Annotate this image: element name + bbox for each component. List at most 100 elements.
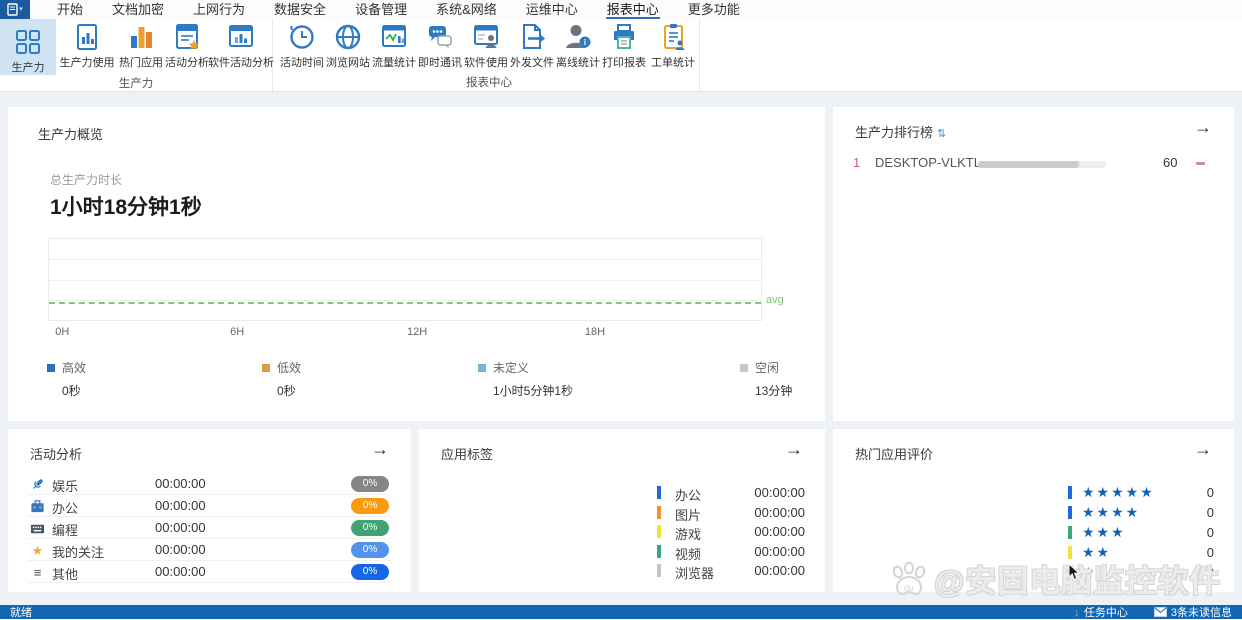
tab-ops-center[interactable]: 运维中心	[525, 0, 579, 19]
chevron-down-icon: ▾	[19, 6, 23, 13]
panel-title: 生产力排行榜 ⇅	[855, 122, 946, 141]
unread-messages-button[interactable]: 3条未读信息	[1153, 604, 1232, 620]
tab-report-center[interactable]: 报表中心	[605, 0, 660, 19]
legend-value: 1小时5分钟1秒	[493, 384, 574, 398]
ribbon-print-report-button[interactable]: 打印报表	[601, 19, 647, 74]
tab-system-network[interactable]: 系统&网络	[435, 0, 498, 19]
ribbon-work-order-button[interactable]: 工单统计	[647, 19, 699, 74]
tag-time: 00:00:00	[754, 563, 805, 578]
legend-label: 高效	[62, 361, 87, 375]
window-bars-icon	[229, 25, 253, 47]
app-icon	[7, 3, 18, 16]
gridline	[49, 279, 761, 281]
rank-unchanged-icon	[1196, 162, 1205, 165]
stars: ★★★	[1082, 524, 1126, 540]
app-tags-legend: 办公 00:00:00 图片 00:00:00 游戏 00:00:00 视频 0…	[419, 483, 825, 581]
doc-arrow-icon	[523, 24, 545, 49]
legend-item-efficient: 高效 0秒	[47, 359, 86, 399]
tag-row[interactable]: 游戏 00:00:00	[419, 522, 825, 542]
ribbon-item-label: 打印报表	[602, 57, 646, 69]
menu-lines-icon: ≡	[33, 565, 42, 580]
ribbon-item-label: 软件使用	[464, 57, 508, 69]
ribbon-productivity-button[interactable]: 生产力	[0, 19, 56, 75]
tag-row[interactable]: 浏览器 00:00:00	[419, 561, 825, 581]
productivity-grid-icon	[16, 30, 40, 54]
stars: ★	[1082, 564, 1097, 580]
arrow-right-icon[interactable]: →	[371, 439, 389, 460]
activity-row[interactable]: 办公 00:00:00 0%	[28, 495, 391, 517]
activity-time: 00:00:00	[155, 520, 206, 535]
tag-time: 00:00:00	[754, 485, 805, 500]
tag-row[interactable]: 办公 00:00:00	[419, 483, 825, 503]
tag-row[interactable]: 视频 00:00:00	[419, 542, 825, 562]
ribbon-im-button[interactable]: 即时通讯	[417, 19, 463, 74]
ribbon-activity-analysis-button[interactable]: 活动分析	[164, 19, 210, 75]
task-center-button[interactable]: ↓ 任务中心	[1074, 604, 1128, 620]
ribbon-hot-apps-button[interactable]: 热门应用	[118, 19, 164, 75]
svg-text:i: i	[584, 38, 586, 47]
status-bar: 就绪 ↓ 任务中心 3条未读信息	[0, 605, 1242, 619]
rating-count: 0	[1206, 545, 1214, 560]
microphone-icon	[30, 477, 45, 492]
tab-web-behavior[interactable]: 上网行为	[192, 0, 246, 19]
activity-time: 00:00:00	[155, 542, 206, 557]
activity-row[interactable]: 编程 00:00:00 0%	[28, 517, 391, 539]
avg-line	[49, 302, 761, 305]
rating-row[interactable]: ★★★ 0	[833, 523, 1234, 543]
legend-value: 13分钟	[755, 384, 793, 398]
main-content: 生产力概览 总生产力时长 1小时18分钟1秒 avg 0H 6H 12H 18H…	[0, 92, 1242, 605]
rating-row[interactable]: ★★★★★ 0	[833, 483, 1234, 503]
avg-label: avg	[766, 294, 784, 307]
ribbon-item-label: 活动分析	[165, 57, 209, 69]
legend-swatch	[262, 363, 270, 372]
arrow-right-icon[interactable]: →	[1194, 439, 1212, 460]
doc-star-icon	[176, 24, 200, 50]
activity-row[interactable]: 娱乐 00:00:00 0%	[28, 473, 391, 495]
rating-count: 0	[1206, 565, 1214, 580]
ribbon-traffic-stats-button[interactable]: 流量统计	[371, 19, 417, 74]
ribbon-item-label: 生产力	[11, 62, 45, 74]
rating-row[interactable]: ★★★★ 0	[833, 503, 1234, 523]
arrow-right-icon[interactable]: →	[1194, 117, 1212, 138]
stars: ★★★★	[1082, 504, 1141, 520]
total-productivity-value: 1小时18分钟1秒	[50, 196, 202, 219]
sort-icon[interactable]: ⇅	[937, 128, 946, 140]
tag-row[interactable]: 图片 00:00:00	[419, 503, 825, 523]
ribbon-activity-time-button[interactable]: 活动时间	[279, 19, 325, 74]
activity-label: 我的关注	[52, 545, 105, 560]
tab-data-security[interactable]: 数据安全	[273, 0, 327, 19]
ribbon-productivity-usage-button[interactable]: 生产力使用	[56, 19, 118, 75]
status-ready-text: 就绪	[10, 607, 32, 619]
percent-badge: 0%	[351, 564, 389, 580]
ribbon: 生产力 生产力使用 热门应用 活动分析 软件活动分析 生产力 活动时间 浏览网站…	[0, 19, 1242, 92]
ribbon-browse-website-button[interactable]: 浏览网站	[325, 19, 371, 74]
arrow-right-icon[interactable]: →	[785, 439, 803, 460]
tab-more-features[interactable]: 更多功能	[687, 0, 741, 19]
legend-label: 低效	[277, 361, 302, 375]
x-tick: 12H	[407, 326, 428, 338]
bar-chart-doc-icon	[77, 24, 97, 50]
activity-row[interactable]: ≡ 其他 00:00:00 0%	[28, 561, 391, 583]
tab-doc-encrypt[interactable]: 文档加密	[111, 0, 165, 19]
ribbon-offline-stats-button[interactable]: i 离线统计	[555, 19, 601, 74]
percent-badge: 0%	[351, 542, 389, 558]
x-axis: 0H 6H 12H 18H	[48, 326, 762, 340]
rating-row[interactable]: ★★ 0	[833, 543, 1234, 563]
app-menu-button[interactable]: ▾	[0, 0, 30, 19]
ribbon-software-activity-button[interactable]: 软件活动分析	[208, 19, 274, 75]
tag-label: 办公	[675, 488, 702, 503]
tag-color-bar	[657, 544, 661, 558]
ribbon-outgoing-files-button[interactable]: 外发文件	[509, 19, 555, 74]
rating-row[interactable]: ★ 0	[833, 563, 1234, 583]
legend-swatch	[740, 363, 748, 372]
legend-item-undefined: 未定义 1小时5分钟1秒	[478, 359, 573, 399]
legend-value: 0秒	[277, 384, 296, 398]
legend-swatch	[47, 363, 55, 372]
tab-start[interactable]: 开始	[56, 0, 84, 19]
ribbon-software-usage-button[interactable]: 软件使用	[463, 19, 509, 74]
activity-row[interactable]: ★ 我的关注 00:00:00 0%	[28, 539, 391, 561]
ranking-row[interactable]: 1 DESKTOP-VLKTL... 60	[833, 155, 1234, 177]
tab-device-mgmt[interactable]: 设备管理	[354, 0, 408, 19]
ribbon-item-label: 离线统计	[556, 57, 600, 69]
window-user-icon	[474, 25, 498, 48]
